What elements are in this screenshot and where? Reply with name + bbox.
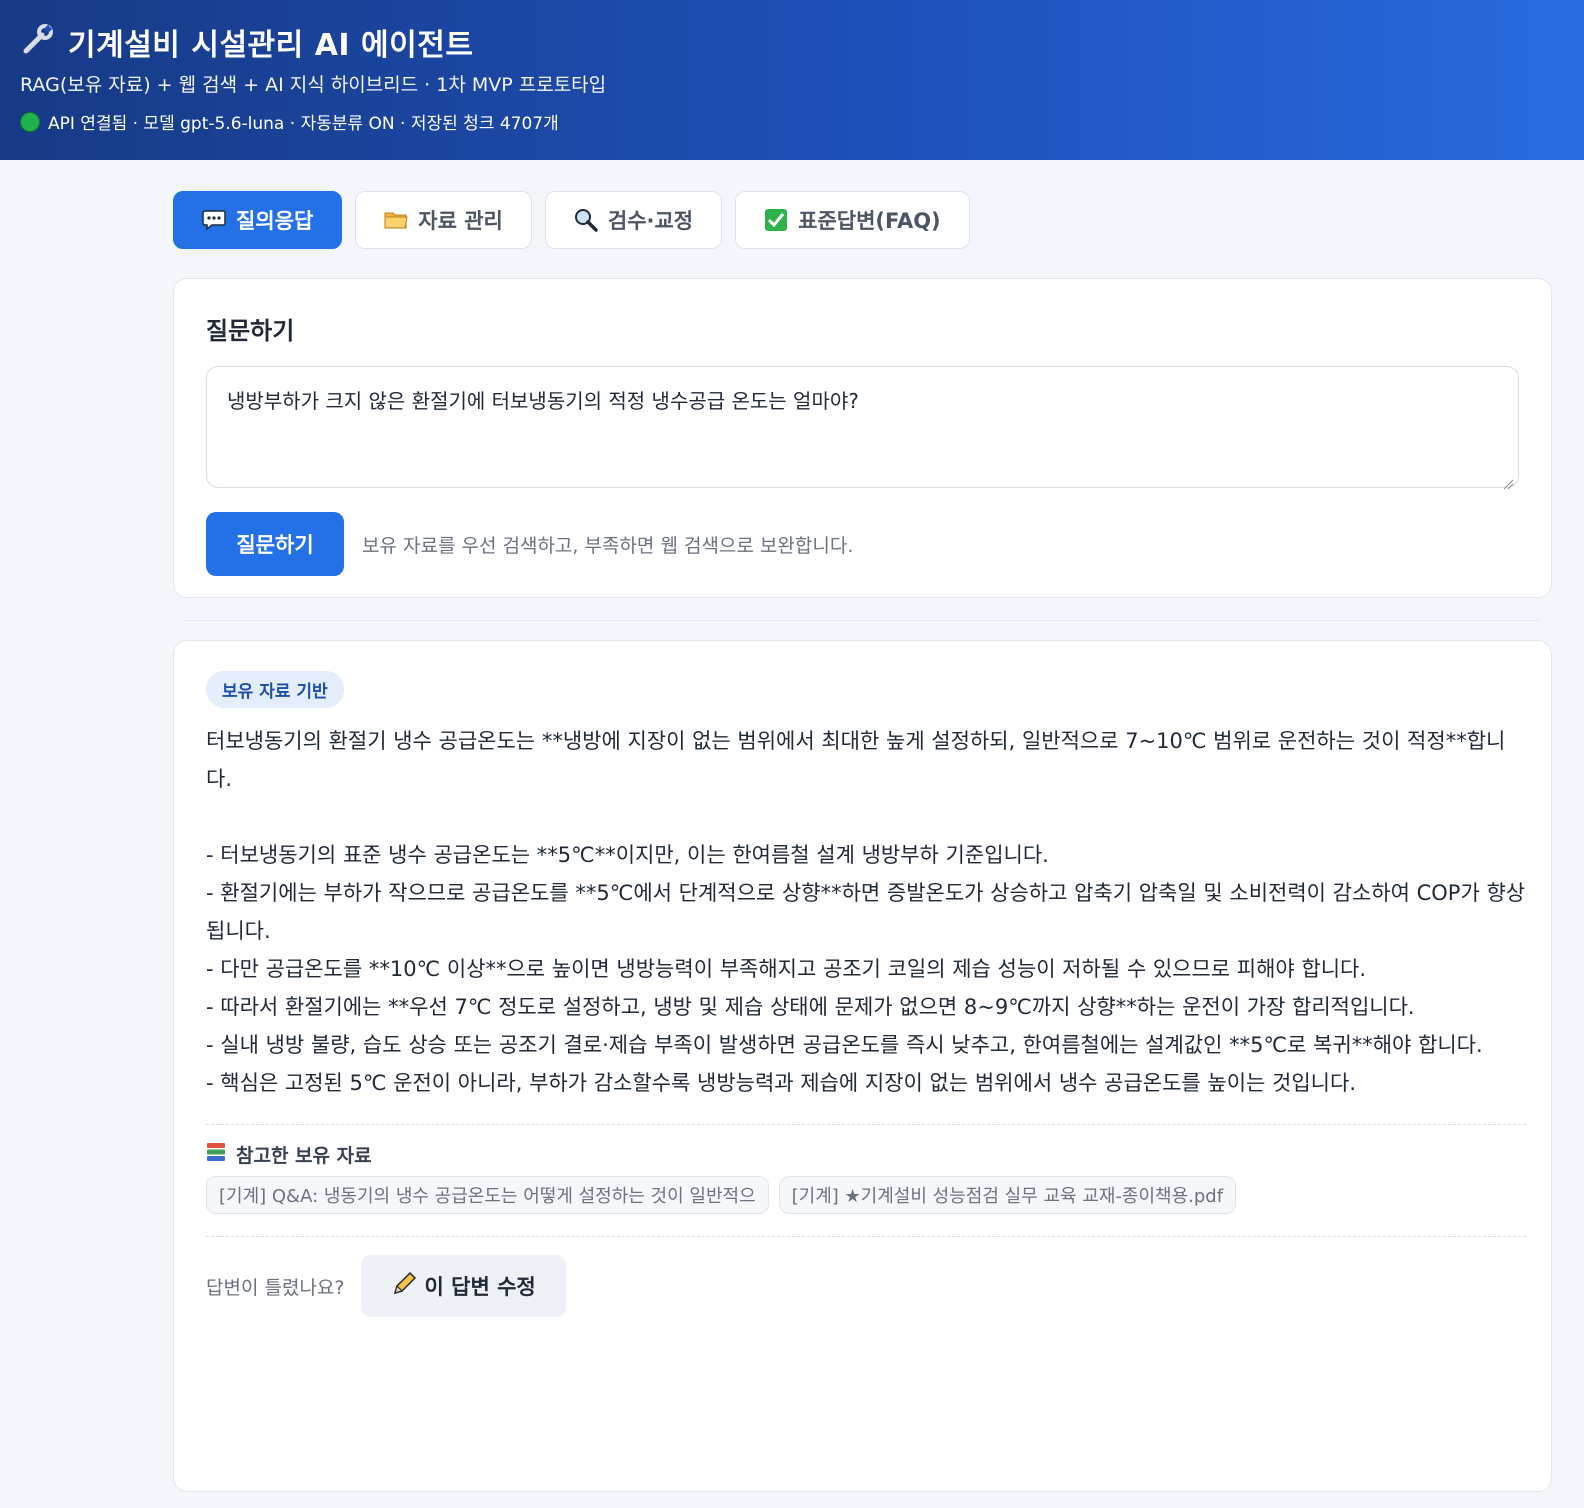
- source-badge: 보유 자료 기반: [206, 671, 344, 708]
- checkbox-icon: [764, 208, 788, 232]
- references-title: 참고한 보유 자료: [236, 1145, 372, 1167]
- status-ok-icon: [20, 111, 40, 132]
- tab-label: 검수·교정: [607, 209, 694, 233]
- tab-label: 질의응답: [236, 209, 314, 233]
- divider: [206, 1236, 1526, 1237]
- section-divider: [185, 620, 1540, 621]
- reference-chip[interactable]: [기계] ★기계설비 성능점검 실무 교육 교재-종이책용.pdf: [778, 1176, 1237, 1214]
- tab-qa[interactable]: 질의응답: [173, 191, 343, 249]
- ask-button[interactable]: 질문하기: [206, 512, 344, 576]
- pencil-icon: [391, 1271, 417, 1302]
- app-title: 기계설비 시설관리 AI 에이전트: [68, 28, 474, 63]
- wrench-icon: [20, 23, 54, 61]
- ask-hint: 보유 자료를 우선 검색하고, 부족하면 웹 검색으로 보완합니다.: [362, 534, 854, 557]
- edit-answer-label: 이 답변 수정: [424, 1275, 536, 1299]
- reference-chip[interactable]: [기계] Q&A: 냉동기의 냉수 공급온도는 어떻게 설정하는 것이 일반적으: [206, 1176, 769, 1214]
- question-text: 냉방부하가 크지 않은 환절기에 터보냉동기의 적정 냉수공급 온도는 얼마야?: [227, 389, 859, 413]
- magnifier-icon: [574, 208, 598, 232]
- ask-title: 질문하기: [206, 317, 295, 345]
- feedback-question: 답변이 틀렸나요?: [206, 1276, 345, 1299]
- references-list: [기계] Q&A: 냉동기의 냉수 공급온도는 어떻게 설정하는 것이 일반적으…: [206, 1176, 1519, 1214]
- tab-bar: 질의응답 자료 관리 검수·교정 표준답변(FAQ): [173, 191, 970, 249]
- status-text: API 연결됨 · 모델 gpt-5.6-luna · 자동분류 ON · 저장…: [48, 114, 559, 134]
- app-header: 기계설비 시설관리 AI 에이전트 RAG(보유 자료) + 웹 검색 + AI…: [0, 0, 1584, 160]
- tab-documents[interactable]: 자료 관리: [355, 191, 532, 249]
- tab-label: 자료 관리: [418, 209, 503, 233]
- answer-panel: 보유 자료 기반 터보냉동기의 환절기 냉수 공급온도는 **냉방에 지장이 없…: [173, 640, 1552, 1492]
- folder-icon: [384, 208, 408, 232]
- speech-bubble-icon: [202, 208, 226, 232]
- app-subtitle: RAG(보유 자료) + 웹 검색 + AI 지식 하이브리드 · 1차 MVP…: [20, 74, 607, 96]
- tab-faq[interactable]: 표준답변(FAQ): [735, 191, 970, 249]
- edit-answer-button[interactable]: 이 답변 수정: [360, 1255, 566, 1317]
- answer-text: 터보냉동기의 환절기 냉수 공급온도는 **냉방에 지장이 없는 범위에서 최대…: [206, 729, 1526, 1095]
- resize-handle-icon[interactable]: [1502, 471, 1514, 490]
- books-icon: [206, 1142, 226, 1167]
- question-textarea[interactable]: 냉방부하가 크지 않은 환절기에 터보냉동기의 적정 냉수공급 온도는 얼마야?: [206, 366, 1519, 490]
- tab-label: 표준답변(FAQ): [798, 209, 941, 233]
- ask-panel: 질문하기 냉방부하가 크지 않은 환절기에 터보냉동기의 적정 냉수공급 온도는…: [173, 278, 1552, 598]
- tab-review[interactable]: 검수·교정: [544, 191, 723, 249]
- divider: [206, 1124, 1526, 1125]
- status-bar: API 연결됨 · 모델 gpt-5.6-luna · 자동분류 ON · 저장…: [20, 109, 1584, 134]
